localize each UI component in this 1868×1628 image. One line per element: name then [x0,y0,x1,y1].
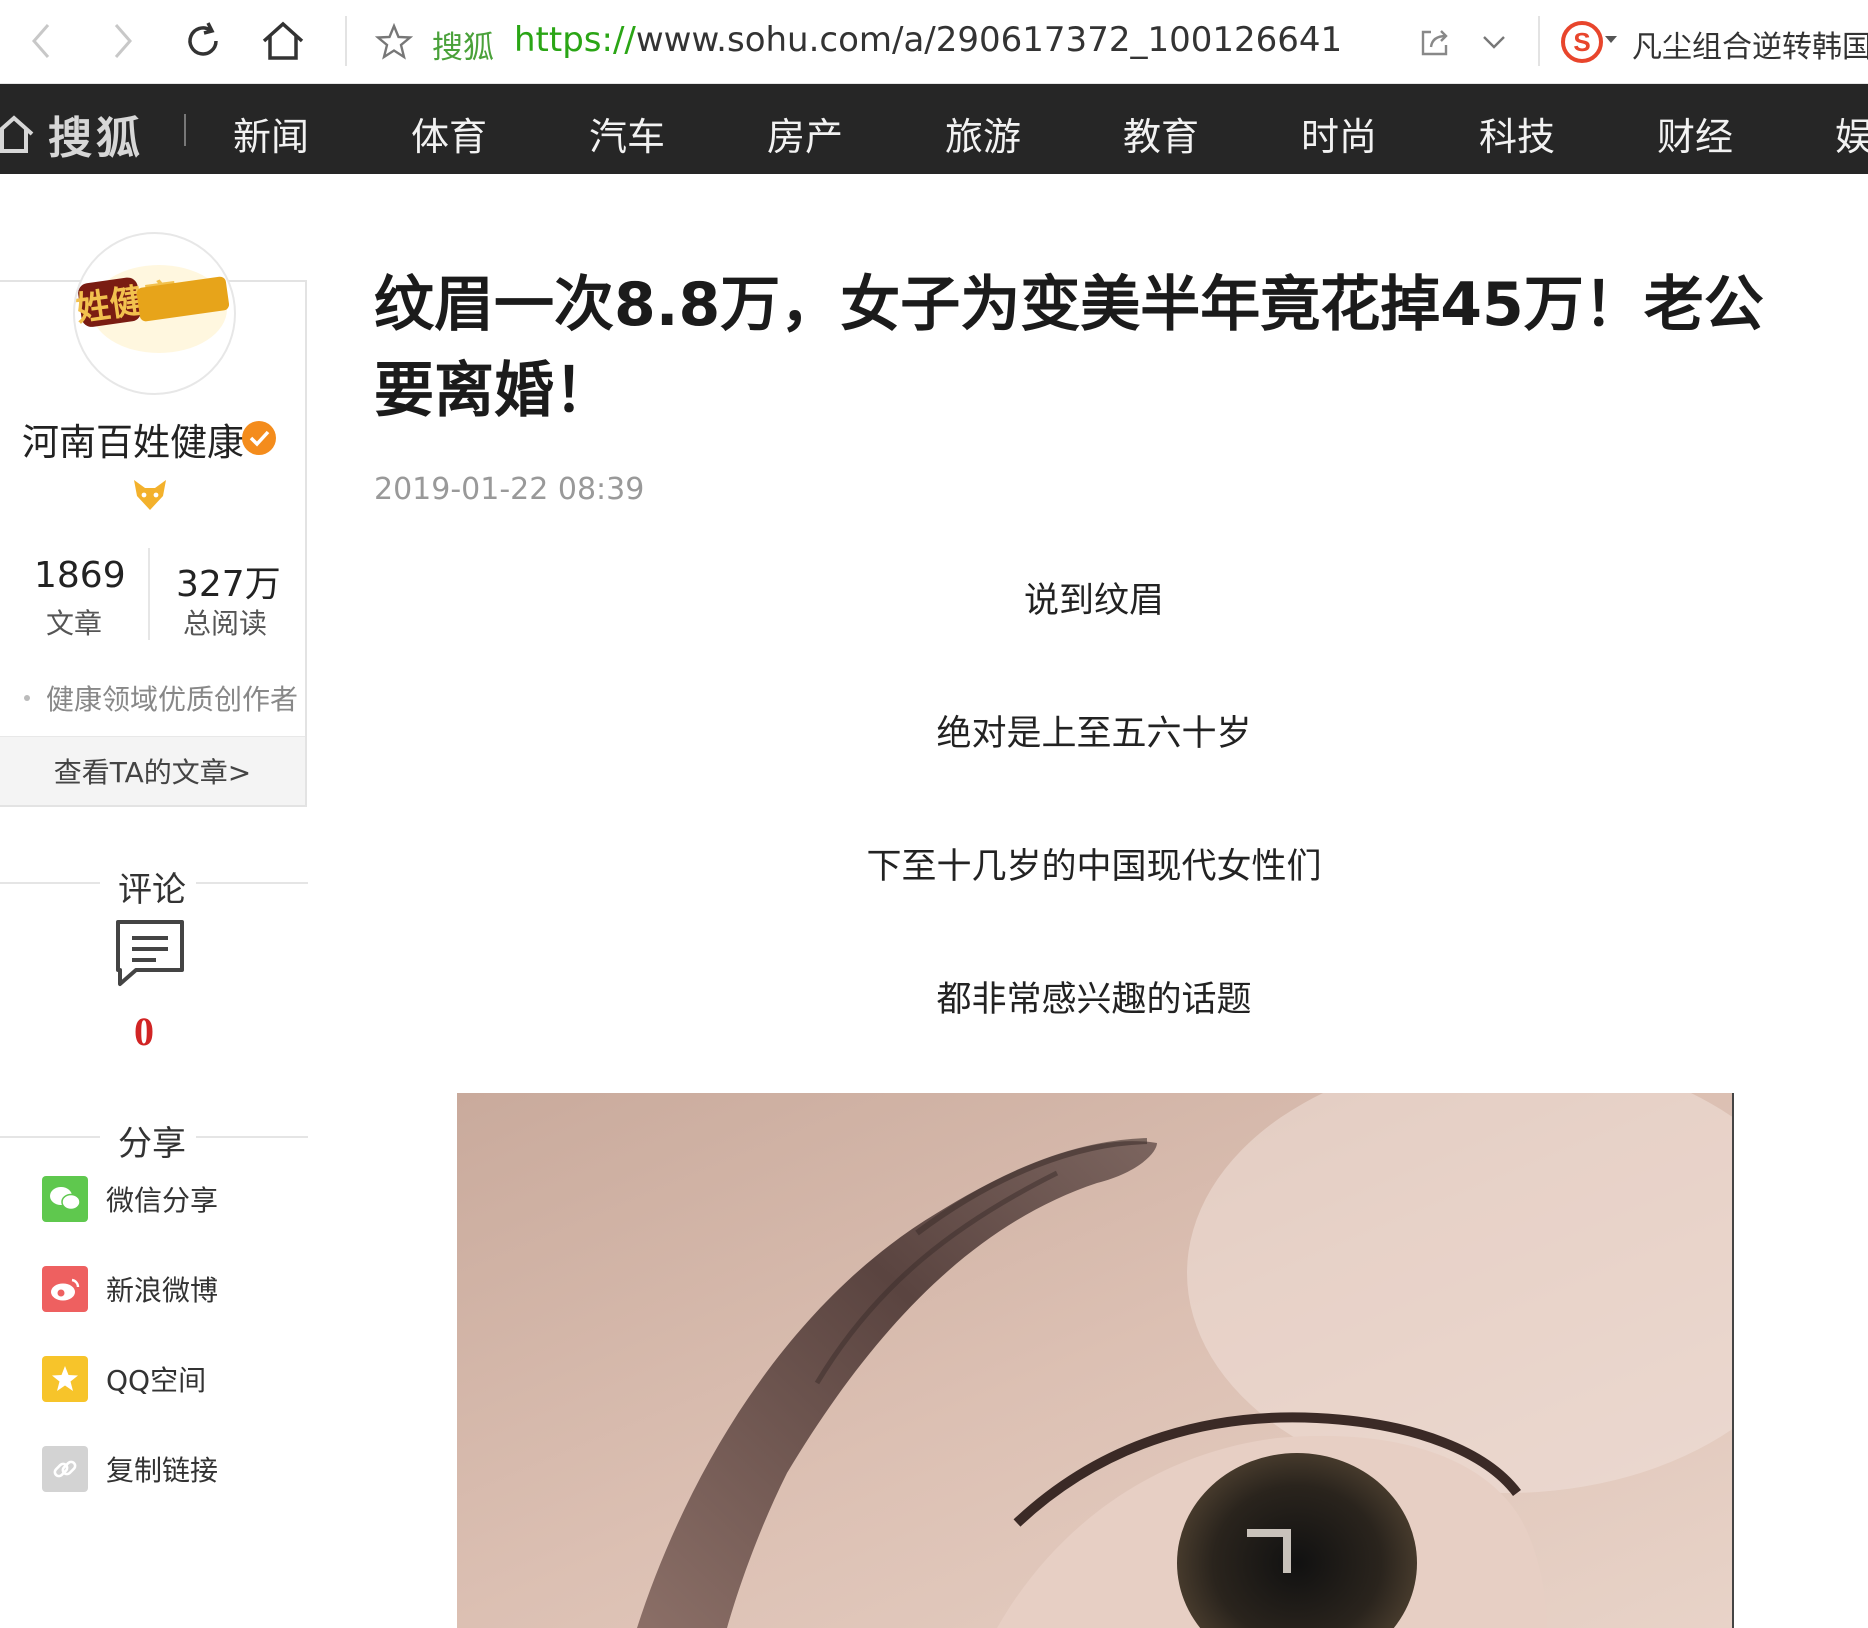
share-wechat[interactable]: 微信分享 [42,1176,218,1222]
copy-link[interactable]: 复制链接 [42,1446,218,1492]
channel-nav-item[interactable]: 体育 [411,106,487,161]
comment-count[interactable]: 0 [134,1008,154,1055]
link-icon [42,1446,88,1492]
share-weibo[interactable]: 新浪微博 [42,1266,218,1312]
author-name[interactable]: 河南百姓健康 [22,412,244,466]
channel-nav-item[interactable]: 房产 [767,106,843,161]
channel-nav-item[interactable]: 财经 [1657,106,1733,161]
sohu-logo[interactable]: 搜狐 [0,102,144,166]
stats-divider [148,548,150,640]
share-label: QQ空间 [106,1364,207,1397]
verified-icon [242,421,276,455]
star-icon[interactable] [374,22,414,62]
url-scheme: https:// [514,20,636,60]
articles-count: 1869 [34,555,126,596]
qzone-star-icon [42,1356,88,1402]
share-label: 微信分享 [106,1184,219,1217]
comments-heading: 评论 [0,862,308,910]
channel-nav: 搜狐 新闻 体育 汽车 房产 旅游 教育 时尚 科技 财经 娱 [0,84,1868,174]
channel-nav-item[interactable]: 汽车 [589,106,665,161]
publish-time: 2019-01-22 08:39 [374,472,645,507]
search-suggestion[interactable]: 凡尘组合逆转韩国 [1632,22,1868,66]
home-icon[interactable] [260,18,306,64]
svg-text:S: S [1573,27,1590,57]
url-path: www.sohu.com/a/290617372_100126641 [635,20,1343,60]
reads-count: 327万 [176,564,281,605]
bullet-dot [24,695,30,701]
browser-toolbar: 搜狐 https://www.sohu.com/a/290617372_1001… [0,0,1868,84]
reload-icon[interactable] [180,18,226,64]
article-paragraph: 绝对是上至五六十岁 [936,714,1252,754]
share-label: 新浪微博 [106,1274,219,1307]
channel-nav-item[interactable]: 娱 [1835,106,1868,161]
share-page-icon[interactable] [1415,22,1455,62]
toolbar-divider [1538,16,1540,66]
article-title: 纹眉一次8.8万，女子为变美半年竟花掉45万！老公要离婚！ [374,270,1764,426]
view-articles-button[interactable]: 查看TA的文章> [0,736,305,805]
share-title: 分享 [118,1124,186,1164]
fox-badge-icon [132,478,168,512]
logo-text: 搜狐 [48,113,144,164]
channel-nav-item[interactable]: 时尚 [1301,106,1377,161]
article-image-eyebrow-closeup[interactable] [457,1093,1734,1628]
author-avatar[interactable]: 百姓健康 [73,232,236,395]
article-paragraph: 都非常感兴趣的话题 [936,980,1252,1020]
back-icon[interactable] [18,18,64,64]
wechat-icon [42,1176,88,1222]
channel-nav-item[interactable]: 科技 [1479,106,1555,161]
reads-label: 总阅读 [183,607,268,640]
nav-divider [184,114,186,146]
comments-title: 评论 [118,870,186,910]
url-bar[interactable]: https://www.sohu.com/a/290617372_1001266… [514,20,1342,60]
dropdown-icon[interactable] [1474,22,1514,62]
creator-tag: 健康领域优质创作者 [46,683,299,716]
forward-icon[interactable] [100,18,146,64]
share-label: 复制链接 [106,1454,219,1487]
home-icon [0,115,34,153]
site-name: 搜狐 [432,30,494,66]
share-qzone[interactable]: QQ空间 [42,1356,206,1402]
sogou-search-icon[interactable]: S [1560,20,1604,64]
article-paragraph: 说到纹眉 [1023,581,1164,621]
weibo-icon [42,1266,88,1312]
article-paragraph: 下至十几岁的中国现代女性们 [866,847,1322,887]
channel-nav-item[interactable]: 旅游 [945,106,1021,161]
comment-icon[interactable] [114,918,186,990]
search-engine-caret-icon[interactable] [1605,36,1617,43]
articles-label: 文章 [46,607,103,640]
channel-nav-item[interactable]: 新闻 [233,106,309,161]
share-heading: 分享 [0,1116,308,1164]
toolbar-divider [345,16,347,66]
channel-nav-item[interactable]: 教育 [1123,106,1199,161]
